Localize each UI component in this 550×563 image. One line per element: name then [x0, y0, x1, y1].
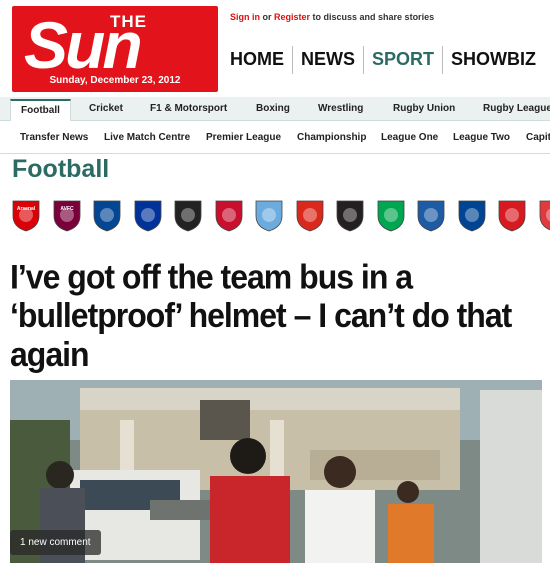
norwich-badge[interactable]	[375, 198, 407, 232]
signin-bar: Sign in or Register to discuss and share…	[230, 12, 434, 22]
tab-cricket[interactable]: Cricket	[89, 103, 123, 114]
everton-badge[interactable]	[132, 198, 164, 232]
man-city-badge[interactable]	[253, 198, 285, 232]
club-badges: Arsenal AVFC	[10, 194, 550, 238]
main-nav: HOME NEWS SPORT SHOWBIZ	[226, 46, 544, 74]
tab-rugby-union[interactable]: Rugby Union	[393, 103, 455, 114]
tab-football[interactable]: Football	[10, 99, 71, 121]
reading-badge[interactable]	[456, 198, 488, 232]
register-link[interactable]: Register	[274, 12, 310, 22]
aston-villa-badge[interactable]: AVFC	[51, 198, 83, 232]
svg-text:AVFC: AVFC	[60, 206, 74, 212]
subnav-live-match-centre[interactable]: Live Match Centre	[104, 132, 190, 143]
arsenal-badge[interactable]: Arsenal	[10, 198, 42, 232]
signin-link[interactable]: Sign in	[230, 12, 260, 22]
subnav-championship[interactable]: Championship	[297, 132, 366, 143]
subnav-premier-league[interactable]: Premier League	[206, 132, 281, 143]
subnav-transfer-news[interactable]: Transfer News	[20, 132, 88, 143]
qpr-badge[interactable]	[415, 198, 447, 232]
nav-showbiz[interactable]: SHOWBIZ	[442, 46, 544, 74]
subnav-league-two[interactable]: League Two	[453, 132, 510, 143]
football-subnav: Transfer News Live Match Centre Premier …	[0, 122, 550, 154]
section-title: Football	[12, 155, 110, 183]
nav-home[interactable]: HOME	[226, 46, 292, 74]
svg-text:Arsenal: Arsenal	[17, 206, 36, 212]
fulham-badge[interactable]	[172, 198, 204, 232]
comment-count-badge[interactable]: 1 new comment	[10, 530, 101, 555]
logo-sun: Sun	[24, 8, 143, 82]
tab-wrestling[interactable]: Wrestling	[318, 103, 363, 114]
tab-boxing[interactable]: Boxing	[256, 103, 290, 114]
subnav-league-one[interactable]: League One	[381, 132, 438, 143]
tab-rugby-league[interactable]: Rugby League	[483, 103, 550, 114]
nav-news[interactable]: NEWS	[292, 46, 363, 74]
liverpool-badge[interactable]	[213, 198, 245, 232]
subnav-capital-one[interactable]: Capit	[526, 132, 550, 143]
sport-tabs: Football Cricket F1 & Motorsport Boxing …	[0, 97, 550, 121]
signin-or: or	[260, 12, 275, 22]
sun-logo[interactable]: THE Sun Sunday, December 23, 2012	[12, 6, 218, 92]
masthead-date: Sunday, December 23, 2012	[49, 75, 181, 86]
tab-f1-motorsport[interactable]: F1 & Motorsport	[150, 103, 227, 114]
southampton-badge[interactable]	[496, 198, 528, 232]
signin-suffix: to discuss and share stories	[310, 12, 435, 22]
article-headline[interactable]: I’ve got off the team bus in a ‘bulletpr…	[10, 257, 540, 374]
nav-sport[interactable]: SPORT	[363, 46, 442, 74]
newcastle-badge[interactable]	[334, 198, 366, 232]
stoke-badge[interactable]	[537, 198, 550, 232]
chelsea-badge[interactable]	[91, 198, 123, 232]
man-utd-badge[interactable]	[294, 198, 326, 232]
